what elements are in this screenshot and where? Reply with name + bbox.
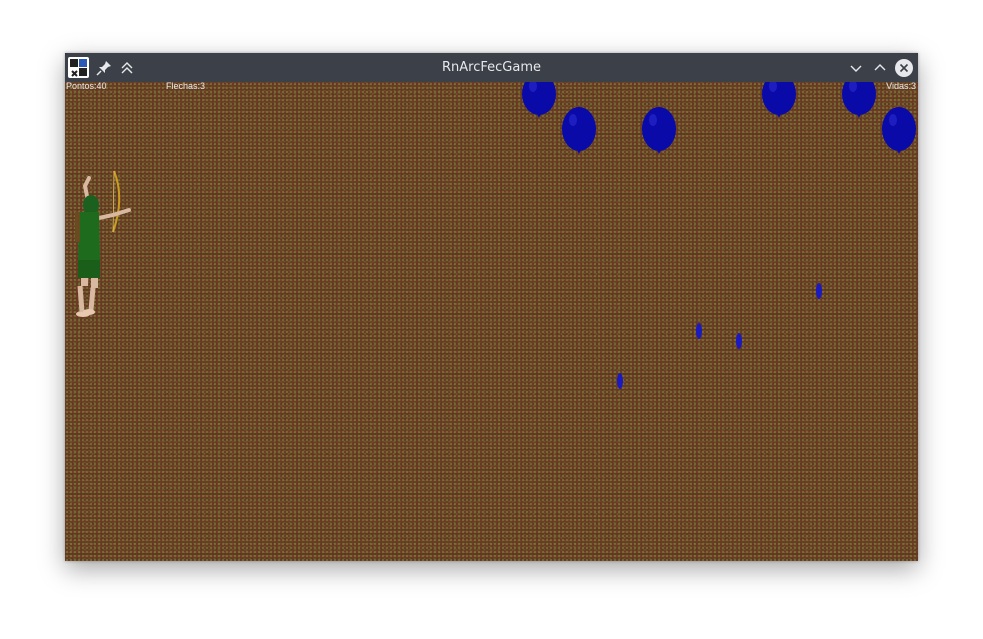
maximize-icon[interactable]: [869, 57, 891, 79]
small-balloon: [736, 333, 742, 349]
archer-character: [75, 170, 131, 317]
lives-label: Vidas:3: [886, 82, 916, 91]
window-title: RnArcFecGame: [442, 60, 541, 75]
balloon[interactable]: [880, 106, 918, 158]
balloon[interactable]: [840, 82, 878, 120]
score-label: Pontos:40: [66, 82, 107, 91]
minimize-icon[interactable]: [845, 57, 867, 79]
game-window: RnArcFecGame Pontos:40 Flechas:3 Vidas:3: [65, 53, 918, 561]
small-balloon: [696, 323, 702, 339]
game-canvas[interactable]: Pontos:40 Flechas:3 Vidas:3: [65, 82, 918, 561]
balloon[interactable]: [640, 106, 678, 158]
arrows-label: Flechas:3: [166, 82, 206, 91]
close-icon[interactable]: [893, 57, 915, 79]
balloon[interactable]: [520, 82, 558, 120]
title-bar[interactable]: RnArcFecGame: [65, 53, 918, 82]
balloon[interactable]: [560, 106, 598, 158]
small-balloon: [617, 373, 623, 389]
balloon[interactable]: [760, 82, 798, 120]
small-balloon: [816, 283, 822, 299]
